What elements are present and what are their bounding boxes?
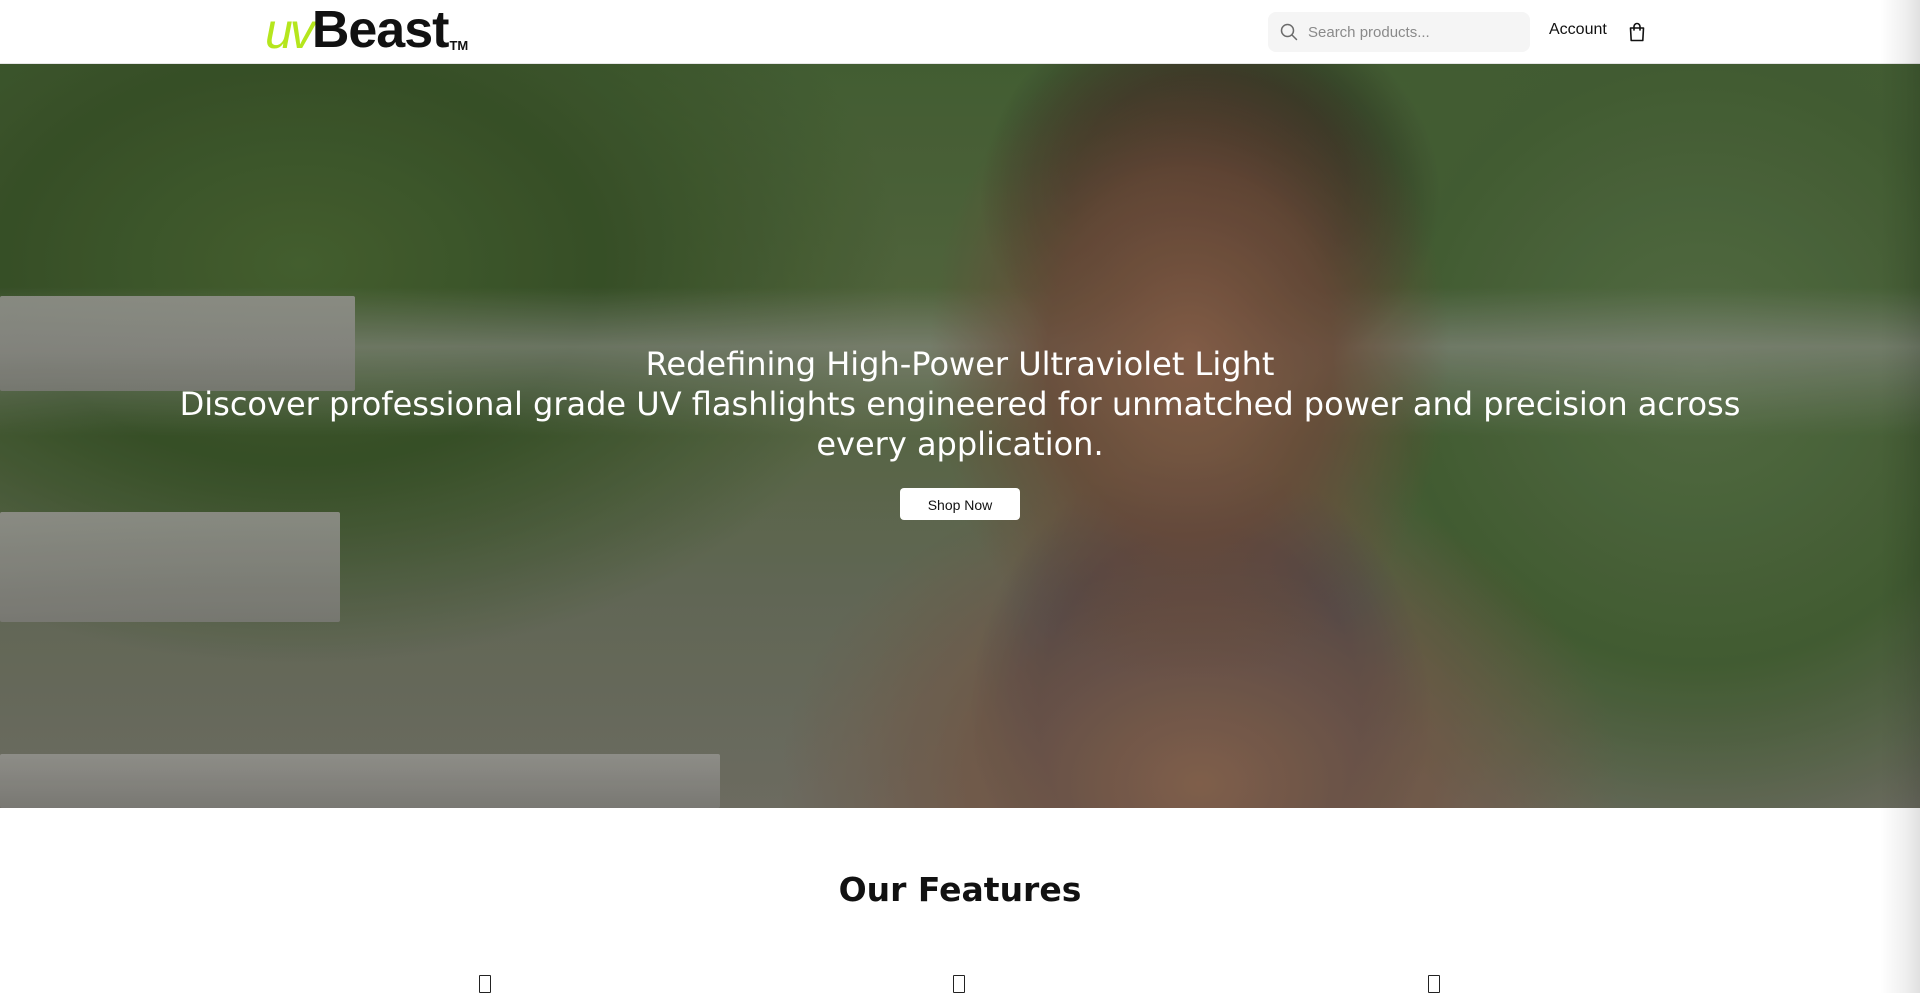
search-input[interactable] [1306,22,1506,42]
search-icon [1280,23,1298,41]
feature-icon [1428,975,1440,993]
hero-title: Redefining High-Power Ultraviolet Light [645,345,1275,383]
shopping-bag-icon[interactable] [1628,22,1646,42]
feature-icon [953,975,965,993]
feature-icon [479,975,491,993]
logo-uv: uv [265,3,315,59]
site-header: uv Beast TM Account [0,0,1920,64]
logo-beast: Beast [311,1,450,59]
logo-trademark: TM [449,38,469,53]
search-bar[interactable] [1268,12,1530,52]
hero-subtitle: Discover professional grade UV flashligh… [179,385,1741,463]
shop-now-button[interactable]: Shop Now [900,488,1020,520]
hero-content: Redefining High-Power Ultraviolet Light … [0,344,1920,520]
hero-banner: Redefining High-Power Ultraviolet Light … [0,64,1920,808]
logo[interactable]: uv Beast TM [265,1,469,59]
features-title: Our Features [838,870,1082,909]
account-link[interactable]: Account [1549,21,1607,39]
